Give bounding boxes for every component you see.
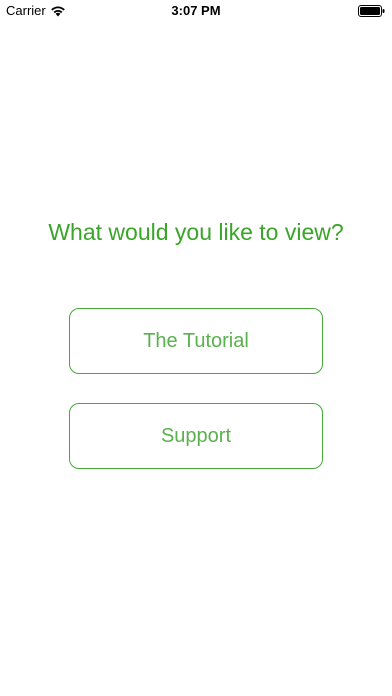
app-screen: Carrier 3:07 PM What would you like to v… bbox=[0, 0, 392, 696]
view-prompt-title: What would you like to view? bbox=[48, 219, 344, 245]
tutorial-button-label: The Tutorial bbox=[143, 329, 249, 352]
status-time: 3:07 PM bbox=[171, 3, 221, 18]
support-button[interactable]: Support bbox=[69, 403, 323, 469]
support-button-label: Support bbox=[160, 424, 232, 447]
tutorial-button[interactable]: The Tutorial bbox=[69, 308, 323, 374]
status-bar: Carrier 3:07 PM bbox=[0, 0, 392, 22]
battery-icon bbox=[358, 5, 386, 17]
